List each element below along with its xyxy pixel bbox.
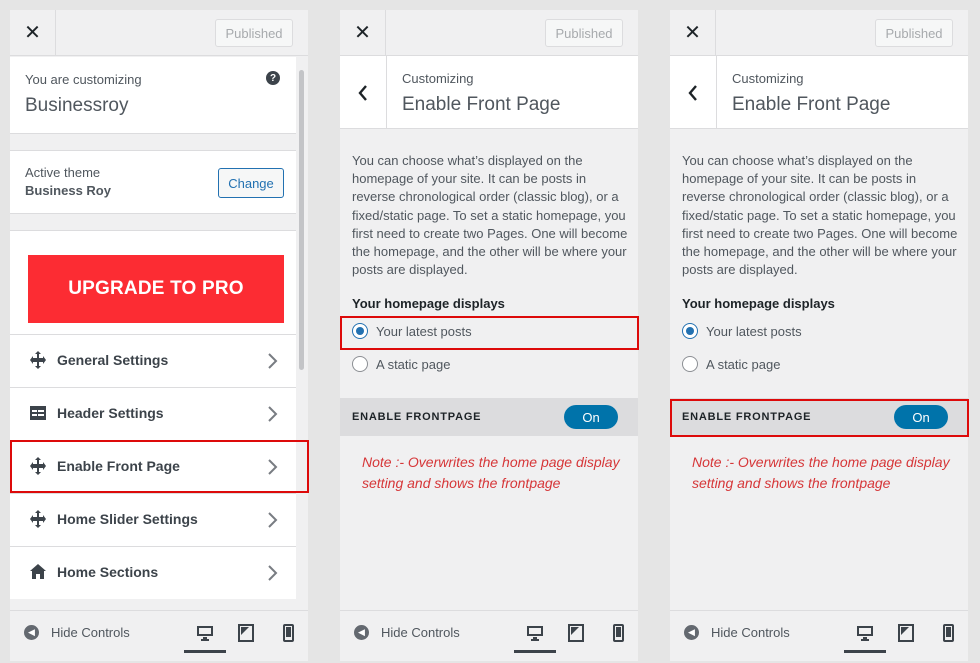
homepage-displays-label: Your homepage displays (352, 296, 505, 311)
radio-latest-posts[interactable]: Your latest posts (682, 321, 802, 341)
active-device-indicator (844, 650, 886, 653)
published-button[interactable]: Published (875, 19, 953, 47)
section-description: You can choose what’s displayed on the h… (682, 153, 958, 278)
hide-controls-button[interactable]: ◀ Hide Controls (354, 625, 460, 640)
customizing-info: You are customizing Businessroy ? (10, 57, 296, 134)
customizer-header: ✕ Published (670, 10, 968, 56)
customizer-header: ✕ Published (10, 10, 308, 56)
upgrade-to-pro-button[interactable]: UPGRADE TO PRO (28, 255, 284, 323)
note-text: Note :- Overwrites the home page display… (362, 454, 620, 491)
upgrade-section: UPGRADE TO PRO (10, 230, 296, 334)
tablet-preview-icon[interactable] (237, 623, 255, 643)
highlight-latest-posts (340, 316, 639, 350)
chevron-right-icon (268, 353, 278, 369)
radio-checked[interactable] (682, 323, 698, 339)
customizing-label: You are customizing (25, 72, 142, 87)
change-theme-button[interactable]: Change (218, 168, 284, 198)
close-icon[interactable]: ✕ (340, 10, 386, 55)
radio-static-page[interactable]: A static page (352, 354, 450, 374)
desktop-preview-icon[interactable] (526, 623, 544, 643)
chevron-left-icon (688, 84, 697, 101)
radio-label: Your latest posts (706, 323, 802, 339)
enable-frontpage-toggle[interactable]: On (564, 405, 618, 429)
menu-item-home-sections[interactable]: Home Sections (10, 546, 296, 599)
close-icon[interactable]: ✕ (10, 10, 56, 55)
collapse-icon: ◀ (684, 625, 699, 640)
published-button[interactable]: Published (545, 19, 623, 47)
help-icon[interactable]: ? (266, 71, 280, 85)
note-text: Note :- Overwrites the home page display… (692, 454, 950, 491)
hide-controls-label: Hide Controls (711, 625, 790, 640)
hide-controls-label: Hide Controls (51, 625, 130, 640)
active-theme-box: Active theme Business Roy Change (10, 150, 296, 214)
mobile-preview-icon[interactable] (609, 623, 627, 643)
back-button[interactable] (340, 56, 387, 129)
radio-label: A static page (376, 356, 451, 372)
chevron-left-icon (358, 84, 367, 101)
section-header: Customizing Enable Front Page (670, 56, 968, 129)
highlight-enable-frontpage (670, 399, 969, 437)
section-title: Enable Front Page (402, 94, 561, 115)
customizer-panel-main: ✕ Published You are customizing Business… (10, 10, 308, 661)
hide-controls-button[interactable]: ◀ Hide Controls (684, 625, 790, 640)
customizer-panel-section: ✕ Published Customizing Enable Front Pag… (670, 10, 968, 661)
menu-item-label: Header Settings (57, 405, 164, 421)
customizer-footer: ◀ Hide Controls (340, 610, 638, 661)
desktop-preview-icon[interactable] (196, 623, 214, 643)
move-icon (30, 510, 46, 528)
menu-item-general-settings[interactable]: General Settings (10, 334, 296, 387)
active-device-indicator (184, 650, 226, 653)
customizing-label: Customizing (402, 71, 474, 86)
mobile-preview-icon[interactable] (279, 623, 297, 643)
highlight-enable-front-page (10, 440, 309, 493)
menu-item-header-settings[interactable]: Header Settings (10, 387, 296, 440)
radio-unchecked[interactable] (682, 356, 698, 372)
customizer-footer: ◀ Hide Controls (10, 610, 308, 661)
chevron-right-icon (268, 406, 278, 422)
header-icon (30, 406, 46, 420)
hide-controls-button[interactable]: ◀ Hide Controls (24, 625, 130, 640)
collapse-icon: ◀ (354, 625, 369, 640)
desktop-preview-icon[interactable] (856, 623, 874, 643)
active-theme-label: Active theme (25, 165, 101, 180)
menu-item-label: Home Slider Settings (57, 511, 198, 527)
move-icon (30, 351, 46, 369)
menu-item-label: General Settings (57, 352, 169, 368)
section-header: Customizing Enable Front Page (340, 56, 638, 129)
radio-static-page[interactable]: A static page (682, 354, 780, 374)
home-icon (30, 564, 46, 579)
menu-item-label: Home Sections (57, 564, 159, 580)
close-icon[interactable]: ✕ (670, 10, 716, 55)
section-description: You can choose what’s displayed on the h… (352, 153, 628, 278)
tablet-preview-icon[interactable] (897, 623, 915, 643)
menu-item-home-slider-settings[interactable]: Home Slider Settings (10, 493, 296, 546)
section-title: Enable Front Page (732, 94, 891, 115)
collapse-icon: ◀ (24, 625, 39, 640)
radio-label: A static page (706, 356, 781, 372)
chevron-right-icon (268, 565, 278, 581)
scrollbar-thumb[interactable] (299, 70, 304, 370)
radio-unchecked[interactable] (352, 356, 368, 372)
customizing-label: Customizing (732, 71, 804, 86)
enable-frontpage-row: ENABLE FRONTPAGE On (340, 398, 638, 436)
enable-frontpage-label: ENABLE FRONTPAGE (352, 411, 482, 423)
customizer-footer: ◀ Hide Controls (670, 610, 968, 661)
published-button[interactable]: Published (215, 19, 293, 47)
chevron-right-icon (268, 512, 278, 528)
homepage-displays-label: Your homepage displays (682, 296, 835, 311)
hide-controls-label: Hide Controls (381, 625, 460, 640)
theme-name: Business Roy (25, 183, 111, 198)
customizer-header: ✕ Published (340, 10, 638, 56)
mobile-preview-icon[interactable] (939, 623, 957, 643)
tablet-preview-icon[interactable] (567, 623, 585, 643)
site-title: Businessroy (25, 95, 129, 116)
back-button[interactable] (670, 56, 717, 129)
active-device-indicator (514, 650, 556, 653)
